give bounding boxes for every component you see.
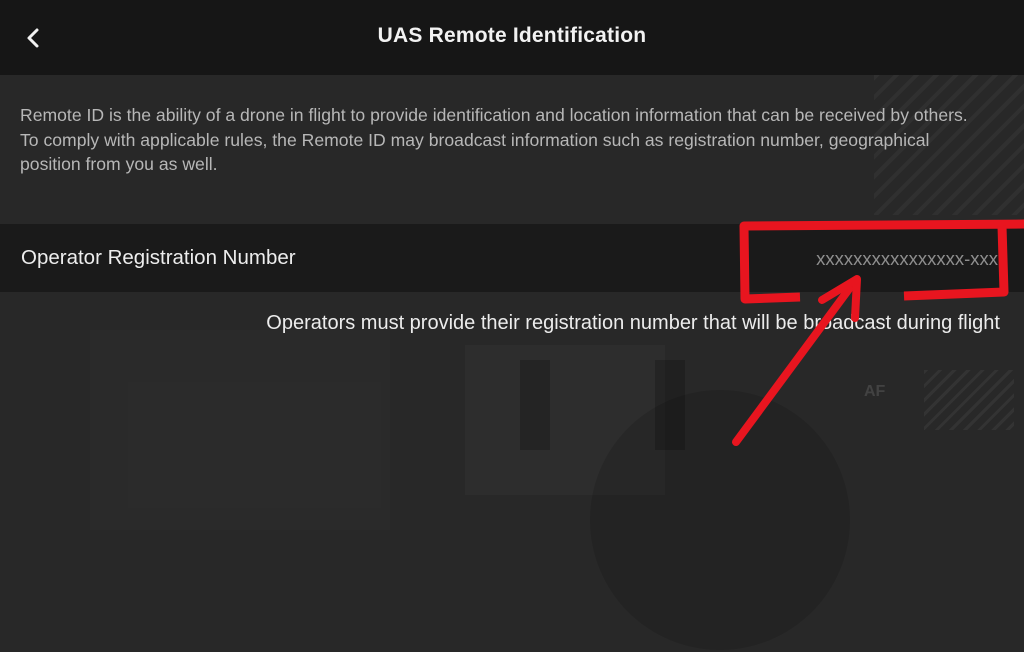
- background-building: [465, 345, 665, 495]
- pointer-arrow-shaft: [732, 281, 856, 446]
- background-window: [655, 360, 685, 450]
- page-title: UAS Remote Identification: [377, 24, 647, 47]
- background-hatch: [924, 370, 1014, 430]
- remote-id-description: Remote ID is the ability of a drone in f…: [20, 105, 968, 174]
- background-window: [520, 360, 550, 450]
- background-shadow: [590, 390, 850, 650]
- remote-id-screen: AF UAS Remote Identification Remote ID i…: [0, 0, 1024, 652]
- background-af-mark: AF: [864, 383, 886, 400]
- header-bar: UAS Remote Identification: [0, 0, 1024, 75]
- registration-hint: Operators must provide their registratio…: [266, 312, 1000, 334]
- operator-registration-label: Operator Registration Number: [21, 246, 296, 269]
- operator-registration-input[interactable]: [738, 244, 998, 274]
- operator-registration-row[interactable]: Operator Registration Number: [0, 224, 1024, 292]
- background-scene: [90, 330, 390, 530]
